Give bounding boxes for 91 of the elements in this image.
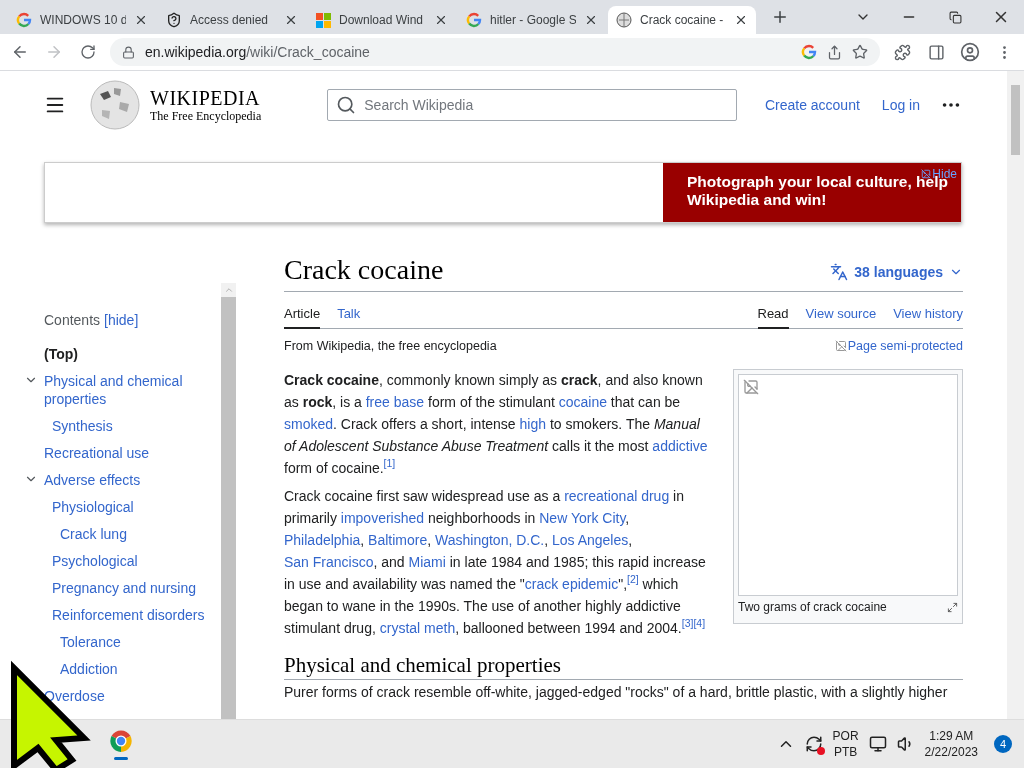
share-icon[interactable] (827, 44, 842, 60)
network-icon[interactable] (868, 735, 887, 753)
scrollbar-thumb[interactable] (1011, 85, 1020, 155)
article-link[interactable]: Miami (408, 554, 446, 570)
close-icon[interactable] (134, 13, 148, 27)
page-tab[interactable]: View history (893, 306, 963, 329)
globe-icon (616, 12, 632, 28)
url-host: en.wikipedia.org (145, 44, 247, 60)
reference-link[interactable]: [2] (627, 573, 639, 586)
reload-icon[interactable] (80, 44, 96, 60)
broken-image-icon (834, 340, 847, 352)
article-link[interactable]: crack epidemic (524, 576, 619, 592)
profile-icon[interactable] (960, 42, 980, 62)
page-tab[interactable]: Read (757, 306, 789, 329)
toc-link[interactable]: (Top) (44, 345, 78, 363)
active-indicator (114, 756, 128, 760)
language-indicator[interactable]: POR PTB (832, 728, 859, 760)
google-icon (801, 44, 817, 60)
browser-tab[interactable]: Download Wind (308, 6, 456, 34)
reference-link[interactable]: [1] (383, 457, 396, 470)
toc-link[interactable]: Synthesis (52, 417, 113, 435)
figure-caption: Two grams of crack cocaine (738, 600, 887, 614)
sync-icon[interactable] (804, 735, 823, 753)
section-heading: Physical and chemical properties (284, 651, 963, 680)
article-link[interactable]: smoked (284, 416, 334, 432)
close-icon[interactable] (584, 13, 598, 27)
toc-link[interactable]: Overdose (44, 687, 105, 705)
puzzle-icon[interactable] (893, 43, 911, 61)
article-link[interactable]: Washington, D.C. (435, 532, 545, 548)
broken-image-icon (743, 379, 759, 395)
browser-tab[interactable]: hitler - Google S (458, 6, 606, 34)
close-icon[interactable] (734, 13, 748, 27)
lock-icon (122, 45, 135, 59)
site-tagline: From Wikipedia, the free encyclopedia (284, 339, 497, 353)
search-field[interactable]: Search Wikipedia (327, 89, 738, 121)
browser-tab[interactable]: WINDOWS 10 d (8, 6, 156, 34)
reference-link[interactable]: [3] (681, 617, 694, 630)
toc-link[interactable]: Addiction (60, 660, 118, 678)
article-link[interactable]: impoverished (340, 510, 425, 526)
browser-tab[interactable]: Access denied (158, 6, 306, 34)
windows-logo-icon (316, 12, 331, 28)
article-link[interactable]: high (519, 416, 546, 432)
chrome-icon[interactable] (109, 728, 133, 753)
star-icon[interactable] (852, 44, 868, 60)
reference-link[interactable]: [4] (693, 617, 706, 630)
header-link[interactable]: Create account (764, 97, 860, 113)
contents-title: Contents (44, 312, 101, 328)
browser-tab[interactable]: Crack cocaine - (608, 6, 756, 34)
shield-icon (166, 12, 182, 28)
languages-button[interactable]: 38 languages (830, 263, 963, 281)
toc-link[interactable]: Pregnancy and nursing (52, 579, 196, 597)
article-title: Crack cocaine (284, 253, 444, 287)
address-bar[interactable]: en.wikipedia.org/wiki/Crack_cocaine (110, 38, 880, 66)
clock[interactable]: 1:29 AM 2/22/2023 (924, 728, 978, 760)
back-icon[interactable] (11, 43, 29, 61)
toc-link[interactable]: Adverse effects (44, 471, 141, 489)
article-paragraph: Purer forms of crack resemble off-white, jagged-edged "rocks" of a hard, brittle plastic, with a slightly higher (284, 684, 949, 701)
google-icon (466, 12, 482, 28)
url-path: /wiki/Crack_cocaine (246, 44, 370, 60)
header-link[interactable]: Log in (881, 97, 920, 113)
globe-logo-icon (90, 80, 140, 130)
wikipedia-tagline: The Free Encyclopedia (150, 109, 262, 123)
toc-link[interactable]: Physical and chemical properties (44, 372, 204, 408)
article-paragraph: Crack cocaine, commonly known simply as crack, and also known as rock, is a free base form of the stimulant cocaine that can be smoked. Crack offers a short, intense high to smokers. The Manual of Adolescent Substance Abuse Treatment calls it the most addictive form of cocaine.$^{[1]}$ (284, 371, 709, 478)
toc-link[interactable]: Tolerance (60, 633, 121, 651)
toc-link[interactable]: Recreational use (44, 444, 150, 462)
status-dot (816, 747, 825, 755)
protection-link[interactable]: Page semi-protected (834, 339, 963, 353)
new-tab-icon[interactable] (771, 8, 789, 26)
toc-link[interactable]: Reinforcement disorders (52, 606, 205, 624)
toc-link[interactable]: Psychological (52, 552, 138, 570)
enlarge-icon[interactable] (947, 601, 958, 613)
article-link[interactable]: Baltimore (368, 532, 428, 548)
page-tab[interactable]: Article (284, 306, 321, 329)
page-tab[interactable]: Talk (337, 306, 361, 329)
wikipedia-wordmark: WIKIPEDIA (150, 87, 262, 109)
close-icon[interactable] (434, 13, 448, 27)
google-icon (16, 12, 32, 28)
side-panel-icon[interactable] (927, 43, 945, 61)
article-link[interactable]: recreational drug (564, 488, 670, 504)
article-link[interactable]: addictive (652, 438, 708, 454)
toc-link[interactable]: Physiological (52, 498, 134, 516)
restore-icon[interactable] (948, 10, 962, 24)
toc-link[interactable]: Crack lung (60, 525, 127, 543)
article-link[interactable]: free base (365, 394, 425, 410)
translate-icon (830, 263, 849, 281)
page-tab[interactable]: View source (805, 306, 877, 329)
notification-badge[interactable]: 4 (994, 735, 1012, 753)
close-icon[interactable] (284, 13, 298, 27)
hide-link[interactable]: [hide] (104, 312, 139, 328)
article-link[interactable]: cocaine (558, 394, 607, 410)
